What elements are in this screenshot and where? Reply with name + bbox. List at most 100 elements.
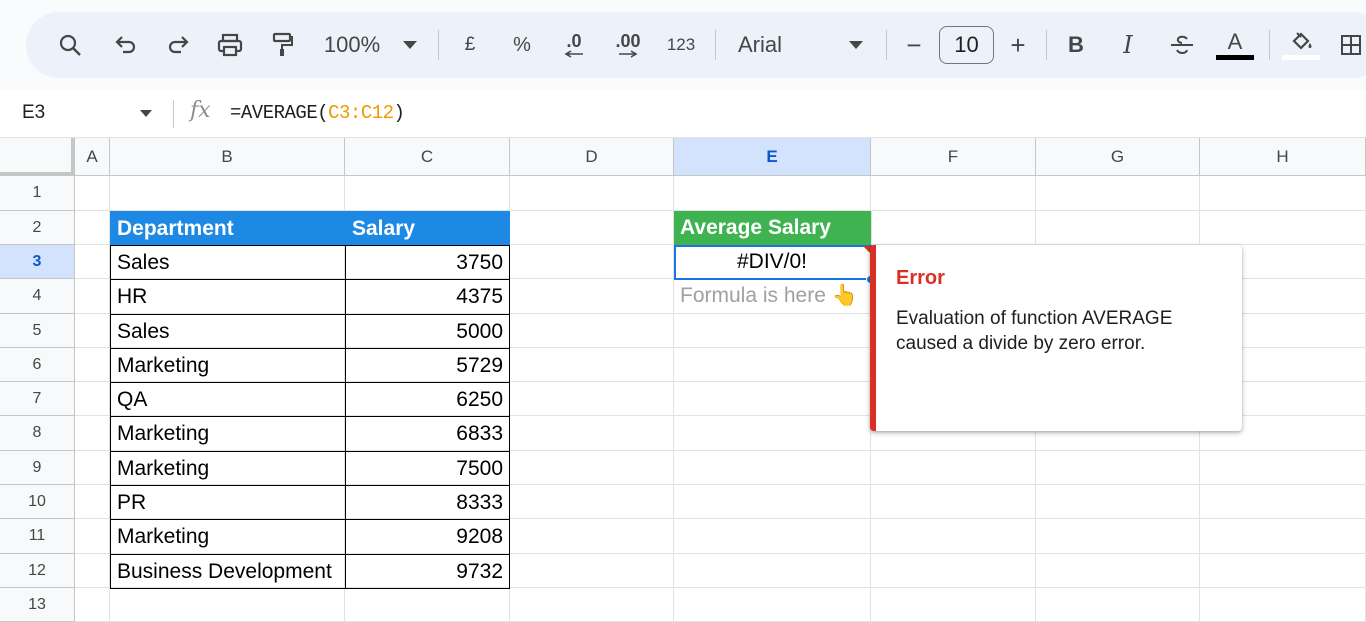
grid-cell[interactable] <box>510 382 674 416</box>
table-cell-salary[interactable]: 4375 <box>345 279 510 315</box>
search-icon[interactable] <box>54 12 86 78</box>
grid-cell[interactable] <box>1200 588 1366 622</box>
strikethrough-icon[interactable] <box>1168 12 1196 78</box>
italic-button[interactable]: I <box>1116 12 1140 78</box>
grid-cell[interactable] <box>75 348 110 382</box>
grid-cell[interactable] <box>510 211 674 245</box>
grid-cell[interactable] <box>345 176 510 211</box>
grid-cell[interactable] <box>75 519 110 554</box>
row-header-4[interactable]: 4 <box>0 279 75 314</box>
borders-icon[interactable] <box>1336 12 1366 78</box>
font-size-input[interactable]: 10 <box>939 26 994 64</box>
bold-button[interactable]: B <box>1064 12 1088 78</box>
table-cell-department[interactable]: Marketing <box>110 416 346 452</box>
grid-cell[interactable] <box>75 554 110 588</box>
grid-cell[interactable] <box>871 485 1036 519</box>
grid-cell[interactable] <box>871 211 1036 245</box>
table-cell-salary[interactable]: 6250 <box>345 382 510 417</box>
column-header-c[interactable]: C <box>345 138 510 176</box>
grid-cell[interactable] <box>871 554 1036 588</box>
column-header-b[interactable]: B <box>110 138 345 176</box>
font-caret-icon[interactable] <box>846 12 866 78</box>
average-salary-header[interactable]: Average Salary <box>674 211 872 246</box>
font-select[interactable]: Arial <box>738 12 802 78</box>
column-header-f[interactable]: F <box>871 138 1036 176</box>
text-color-button[interactable]: A <box>1216 12 1254 78</box>
grid-cell[interactable] <box>75 211 110 245</box>
row-header-10[interactable]: 10 <box>0 485 75 519</box>
row-header-13[interactable]: 13 <box>0 588 75 622</box>
grid-cell[interactable] <box>1036 485 1200 519</box>
grid-cell[interactable] <box>674 451 871 485</box>
grid-cell[interactable] <box>674 176 871 211</box>
grid-cell[interactable] <box>871 519 1036 554</box>
grid-cell[interactable] <box>75 176 110 211</box>
table-cell-department[interactable]: Business Development <box>110 554 346 589</box>
column-header-h[interactable]: H <box>1200 138 1366 176</box>
grid-cell[interactable] <box>674 416 871 451</box>
decrease-font-size-button[interactable]: − <box>902 12 926 78</box>
grid-cell[interactable] <box>871 588 1036 622</box>
row-header-5[interactable]: 5 <box>0 314 75 348</box>
grid-cell[interactable] <box>75 451 110 485</box>
grid-cell[interactable] <box>1036 554 1200 588</box>
grid-cell[interactable] <box>1200 451 1366 485</box>
table-cell-salary[interactable]: 7500 <box>345 451 510 486</box>
grid-cell[interactable] <box>510 279 674 314</box>
grid-cell[interactable] <box>871 451 1036 485</box>
grid-cell[interactable] <box>1200 554 1366 588</box>
grid-cell[interactable] <box>1036 519 1200 554</box>
print-icon[interactable] <box>214 12 246 78</box>
grid-cell[interactable] <box>510 554 674 588</box>
table-cell-department[interactable]: PR <box>110 485 346 520</box>
grid-cell[interactable] <box>1036 588 1200 622</box>
row-header-2[interactable]: 2 <box>0 211 75 245</box>
table-cell-salary[interactable]: 5000 <box>345 314 510 349</box>
grid-cell[interactable] <box>75 485 110 519</box>
paint-format-icon[interactable] <box>266 12 298 78</box>
grid-cell[interactable] <box>510 451 674 485</box>
grid-cell[interactable] <box>674 314 871 348</box>
grid-cell[interactable] <box>75 245 110 279</box>
grid-cell[interactable] <box>510 588 674 622</box>
zoom-select[interactable]: 100% <box>320 12 384 78</box>
currency-button[interactable]: £ <box>458 12 482 78</box>
grid-cell[interactable] <box>1036 451 1200 485</box>
grid-cell[interactable] <box>510 348 674 382</box>
row-header-9[interactable]: 9 <box>0 451 75 485</box>
grid-cell[interactable] <box>75 314 110 348</box>
percent-button[interactable]: % <box>510 12 534 78</box>
grid-cell[interactable] <box>75 416 110 451</box>
grid-cell[interactable] <box>110 176 345 211</box>
fill-color-icon[interactable] <box>1282 12 1320 78</box>
increase-decimal-button[interactable]: .00 <box>610 12 646 78</box>
redo-icon[interactable] <box>162 12 194 78</box>
grid-cell[interactable] <box>1200 519 1366 554</box>
table-cell-salary[interactable]: 9208 <box>345 519 510 555</box>
table-cell-department[interactable]: Sales <box>110 245 346 280</box>
grid-cell[interactable] <box>674 348 871 382</box>
select-all-corner[interactable] <box>0 138 75 176</box>
row-header-1[interactable]: 1 <box>0 176 75 211</box>
table-cell-department[interactable]: QA <box>110 382 346 417</box>
grid-cell[interactable] <box>510 245 674 279</box>
grid-cell[interactable] <box>674 588 871 622</box>
row-header-12[interactable]: 12 <box>0 554 75 588</box>
table-cell-salary[interactable]: 8333 <box>345 485 510 520</box>
increase-font-size-button[interactable]: + <box>1006 12 1030 78</box>
table-cell-department[interactable]: Sales <box>110 314 346 349</box>
name-box[interactable]: E3 <box>22 102 45 124</box>
grid-cell[interactable] <box>674 519 871 554</box>
table-cell-department[interactable]: HR <box>110 279 346 315</box>
average-salary-cell[interactable]: #DIV/0! <box>674 245 871 279</box>
grid-cell[interactable] <box>1036 211 1200 245</box>
column-header-a[interactable]: A <box>75 138 110 176</box>
decrease-decimal-button[interactable]: .0 <box>556 12 592 78</box>
grid-cell[interactable] <box>75 588 110 622</box>
row-header-7[interactable]: 7 <box>0 382 75 416</box>
grid-cell[interactable] <box>345 588 510 622</box>
row-header-8[interactable]: 8 <box>0 416 75 451</box>
table-cell-department[interactable]: Marketing <box>110 451 346 486</box>
grid-cell[interactable] <box>510 485 674 519</box>
column-header-e[interactable]: E <box>674 138 871 176</box>
